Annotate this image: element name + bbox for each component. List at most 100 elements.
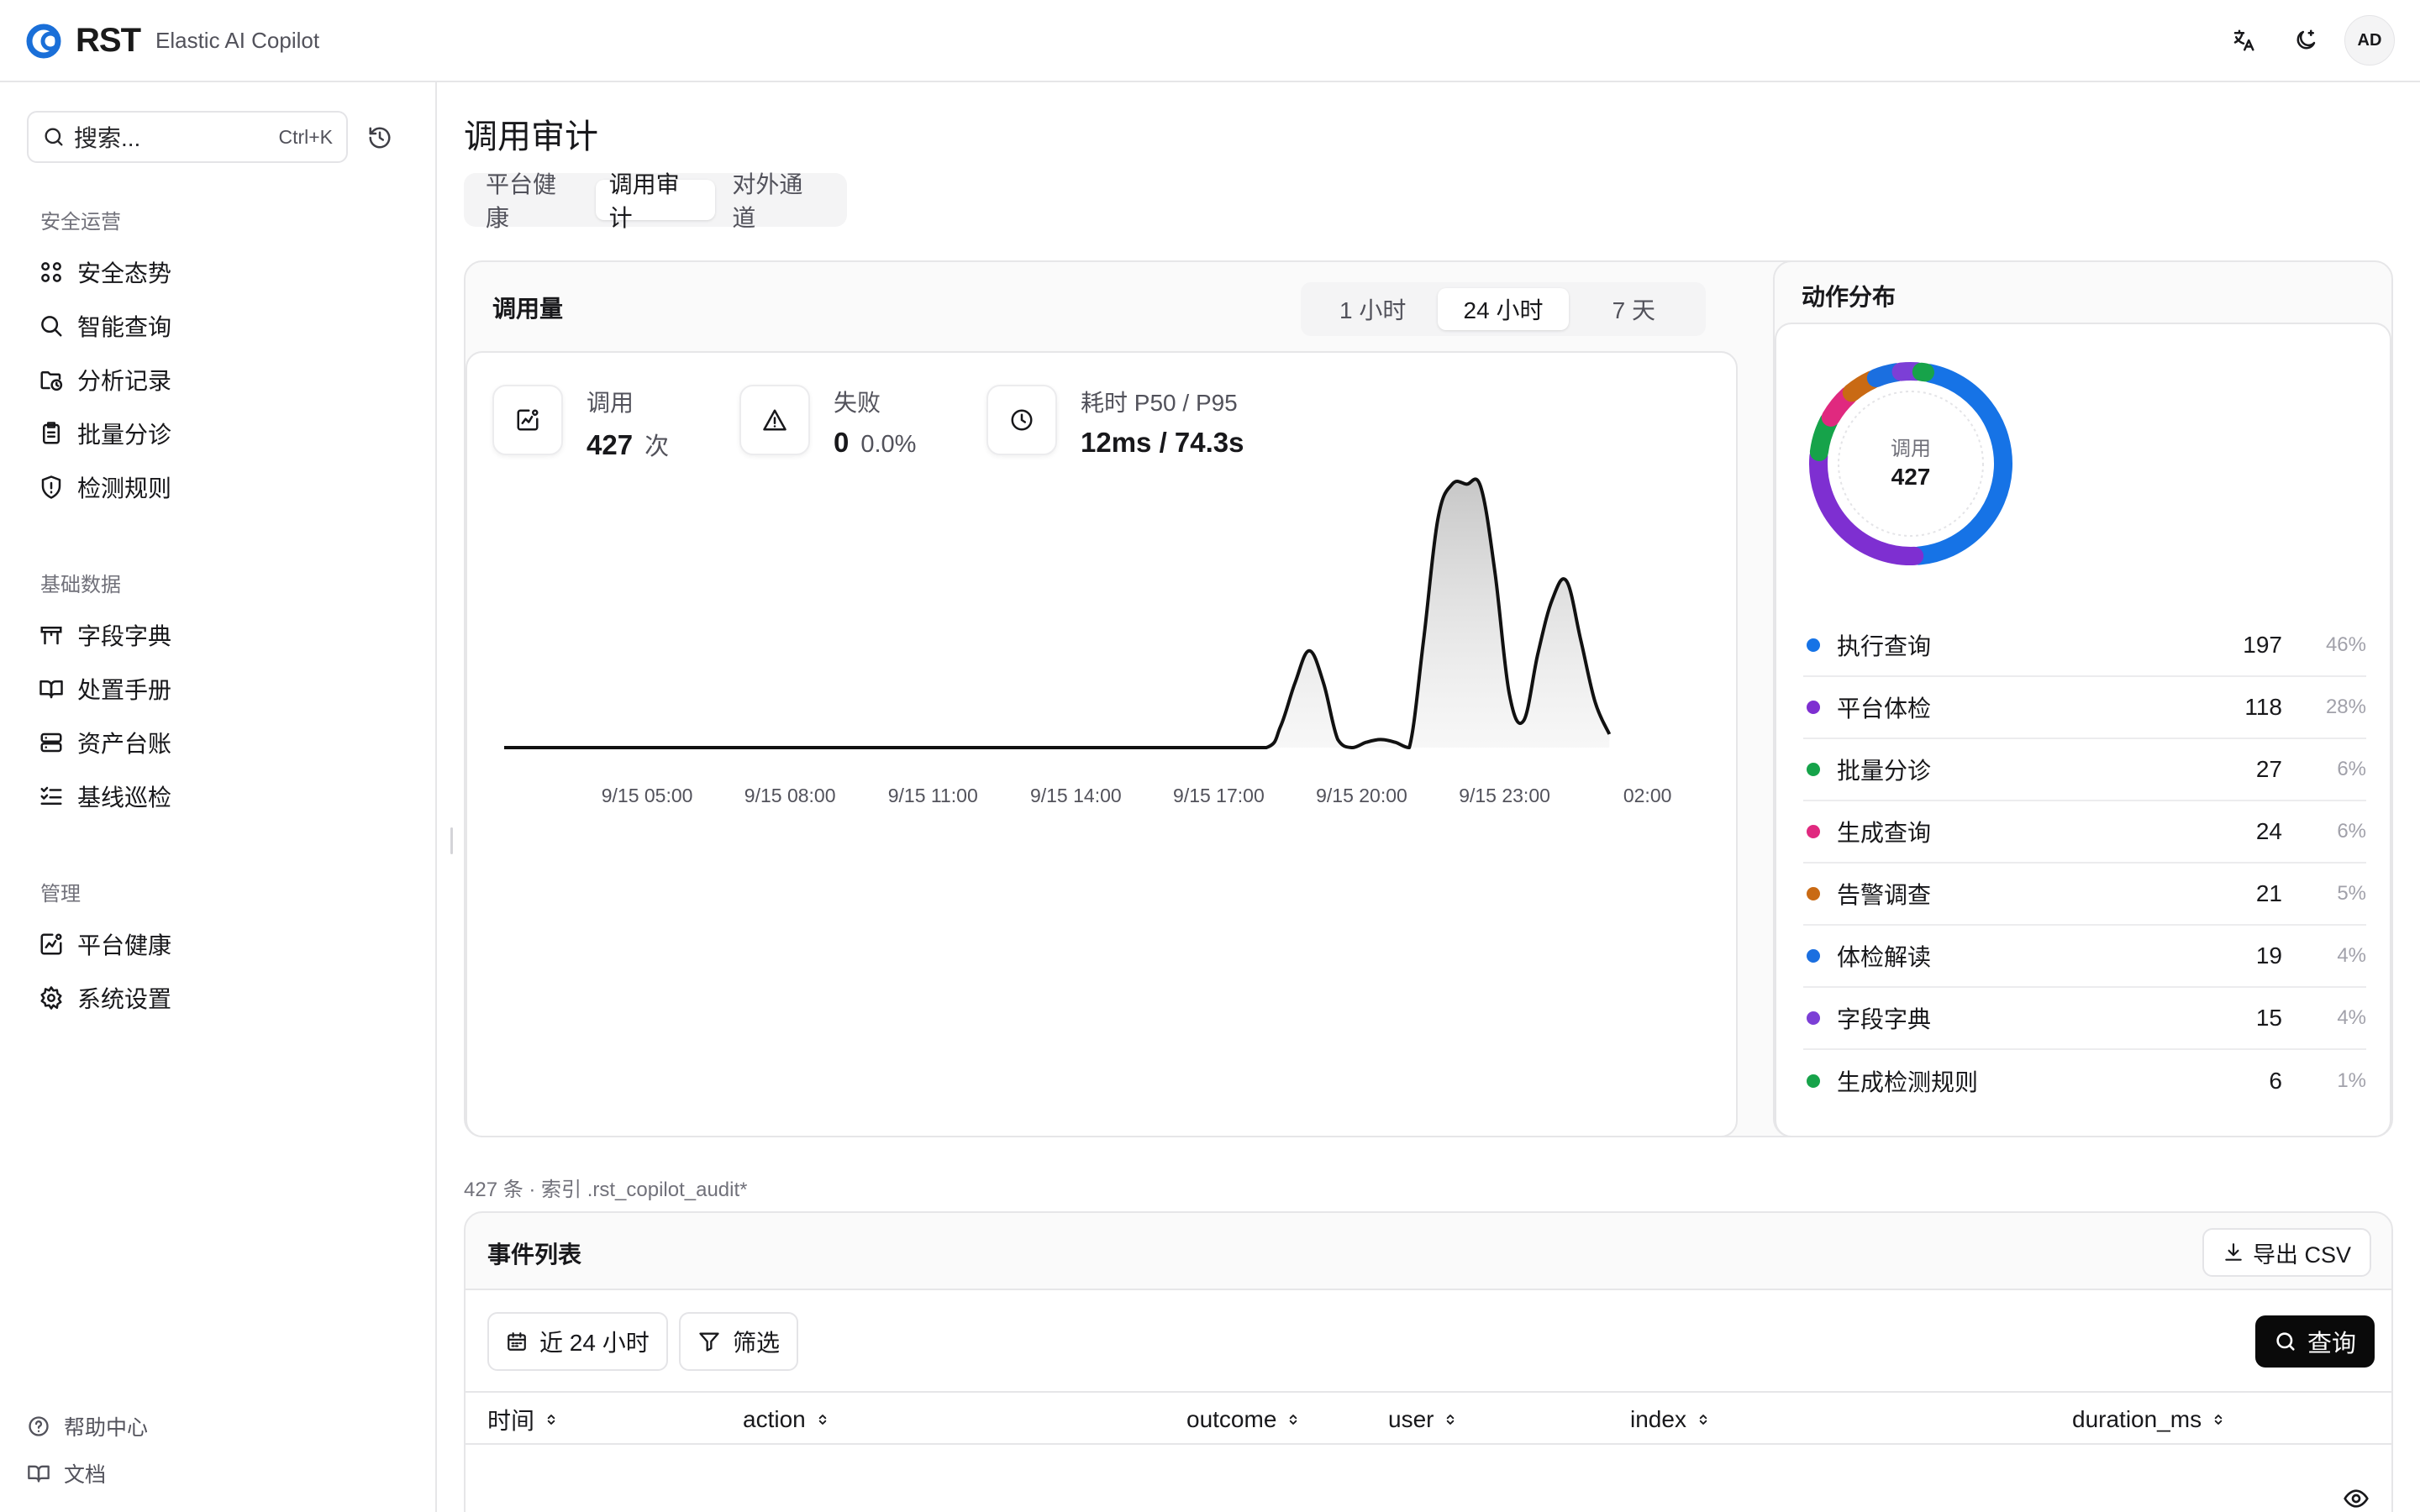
sort-icon [1699, 1415, 1707, 1425]
column-visibility-button[interactable] [2343, 1485, 2370, 1512]
docs-link[interactable]: 文档 [27, 1455, 106, 1492]
range-7d[interactable]: 7 天 [1569, 288, 1699, 330]
donut-center-value: 427 [1891, 464, 1931, 490]
legend-item[interactable]: 生成查询 24 6% [1803, 801, 2366, 864]
result-meta: 427 条 · 索引 .rst_copilot_audit* [464, 1179, 748, 1201]
sidebar-item-smart-query[interactable]: 智能查询 [30, 304, 400, 348]
brand-logo[interactable]: RST Elastic AI Copilot [25, 19, 319, 61]
shield-alert-icon [41, 475, 61, 499]
legend-item[interactable]: 平台体检 118 28% [1803, 677, 2366, 739]
tab-external-channel[interactable]: 对外通道 [718, 171, 839, 231]
sidebar-item-analysis-history[interactable]: 分析记录 [30, 358, 400, 402]
filter-icon [699, 1332, 719, 1352]
sidebar-item-settings[interactable]: 系统设置 [30, 976, 400, 1020]
column-header-time[interactable]: 时间 [487, 1393, 560, 1446]
legend-color-dot [1807, 701, 1820, 714]
legend-item[interactable]: 批量分诊 27 6% [1803, 739, 2366, 801]
legend-name: 告警调查 [1837, 882, 1932, 908]
sidebar-item-label: 系统设置 [77, 986, 172, 1012]
sidebar-item-field-dictionary[interactable]: 字段字典 [30, 613, 400, 657]
query-label: 查询 [2307, 1331, 2356, 1357]
sidebar-item-label: 智能查询 [77, 314, 172, 340]
time-range-filter-button[interactable]: 近 24 小时 [487, 1312, 668, 1371]
x-tick-label: 9/15 14:00 [1029, 785, 1122, 806]
section-title-data: 基础数据 [40, 574, 121, 596]
call-volume-body: 调用 427 次 失败 0 0.0% 耗时 P50 / P95 12ms / 74.… [466, 351, 1738, 1137]
eye-icon [2344, 1489, 2369, 1508]
gear-icon [40, 986, 62, 1010]
column-header-user[interactable]: user [1388, 1393, 1459, 1446]
x-tick-label: 02:00 [1623, 785, 1672, 806]
sidebar-item-asset-ledger[interactable]: 资产台账 [30, 721, 400, 764]
legend-percent: 46% [2325, 633, 2366, 656]
legend-color-dot [1807, 763, 1820, 776]
history-folder-icon [40, 371, 63, 391]
theme-toggle-button[interactable] [2282, 17, 2329, 64]
filter-label: 筛选 [733, 1330, 781, 1356]
donut-slice-7[interactable] [1912, 362, 1934, 382]
section-tabs: 平台健康 调用审计 对外通道 [464, 171, 847, 231]
legend-item[interactable]: 体检解读 19 4% [1803, 926, 2366, 988]
translate-button[interactable] [2220, 17, 2267, 64]
legend-item[interactable]: 告警调查 21 5% [1803, 864, 2366, 926]
logo-text: RST [76, 21, 141, 59]
book-open-icon [28, 1465, 50, 1483]
history-button[interactable] [363, 121, 397, 155]
call-volume-title: 调用量 [492, 296, 564, 322]
history-icon [369, 127, 391, 149]
theme-toggle-icon [2296, 29, 2316, 50]
legend-item[interactable]: 生成检测规则 6 1% [1803, 1050, 2366, 1112]
legend-percent: 5% [2337, 882, 2366, 905]
column-header-index[interactable]: index [1630, 1393, 1712, 1446]
legend-count: 197 [2243, 632, 2282, 658]
column-header-outcome[interactable]: outcome [1186, 1393, 1302, 1446]
sidebar: 搜索... Ctrl+K 安全运营 安全态势 智能查询 分析记录 批量分诊 检测… [0, 82, 437, 1512]
event-list-card: 事件列表 导出 CSV 近 24 小时 筛选 查询 时间 action outc… [464, 1211, 2393, 1512]
event-list-title: 事件列表 [487, 1242, 582, 1268]
export-csv-button[interactable]: 导出 CSV [2202, 1228, 2371, 1277]
sidebar-item-label: 平台健康 [77, 932, 172, 958]
legend-count: 6 [2269, 1068, 2282, 1094]
sidebar-item-platform-health[interactable]: 平台健康 [30, 922, 400, 966]
legend-percent: 28% [2325, 696, 2366, 718]
legend-name: 生成检测规则 [1837, 1069, 1979, 1095]
column-header-duration[interactable]: duration_ms [2072, 1393, 2227, 1446]
x-tick-label: 9/15 23:00 [1459, 785, 1550, 806]
grid-icon [41, 262, 61, 282]
time-range-filter-label: 近 24 小时 [539, 1330, 650, 1356]
range-24h[interactable]: 24 小时 [1438, 288, 1569, 330]
event-list-body: 近 24 小时 筛选 查询 时间 action outcome user ind… [466, 1289, 2391, 1512]
legend-item[interactable]: 字段字典 15 4% [1803, 988, 2366, 1050]
sidebar-item-label: 检测规则 [77, 475, 172, 501]
query-button[interactable]: 查询 [2254, 1315, 2375, 1368]
search-input[interactable]: 搜索... Ctrl+K [27, 111, 348, 163]
filter-button[interactable]: 筛选 [679, 1312, 799, 1371]
sort-icon [1290, 1415, 1297, 1425]
chart-area-fill [504, 479, 1610, 748]
sidebar-item-detection-rules[interactable]: 检测规则 [30, 465, 400, 509]
legend-name: 字段字典 [1837, 1006, 1932, 1032]
tab-platform-health[interactable]: 平台健康 [472, 171, 592, 231]
sidebar-resize-handle[interactable] [450, 827, 453, 854]
legend-percent: 6% [2337, 758, 2366, 780]
sidebar-item-batch-triage[interactable]: 批量分诊 [30, 412, 400, 455]
sidebar-item-posture[interactable]: 安全态势 [30, 250, 400, 294]
legend-item[interactable]: 执行查询 197 46% [1803, 615, 2366, 677]
docs-label: 文档 [64, 1463, 107, 1487]
user-avatar[interactable]: AD [2344, 15, 2395, 66]
tab-call-audit[interactable]: 调用审计 [595, 171, 716, 231]
column-label: 时间 [487, 1408, 535, 1434]
sidebar-item-baseline-check[interactable]: 基线巡检 [30, 774, 400, 818]
column-header-action[interactable]: action [743, 1393, 831, 1446]
sidebar-item-playbook[interactable]: 处置手册 [30, 667, 400, 711]
help-center-label: 帮助中心 [64, 1416, 149, 1440]
x-tick-label: 9/15 20:00 [1316, 785, 1407, 806]
column-label: index [1630, 1406, 1686, 1432]
sidebar-item-label: 分析记录 [77, 368, 172, 394]
logo-icon [26, 24, 61, 59]
legend-count: 27 [2255, 756, 2282, 782]
event-table-header: 时间 action outcome user index duration_ms [466, 1391, 2391, 1446]
range-1h[interactable]: 1 小时 [1307, 288, 1438, 330]
help-center-link[interactable]: 帮助中心 [27, 1408, 148, 1445]
donut-slice-2[interactable] [1809, 412, 1839, 461]
